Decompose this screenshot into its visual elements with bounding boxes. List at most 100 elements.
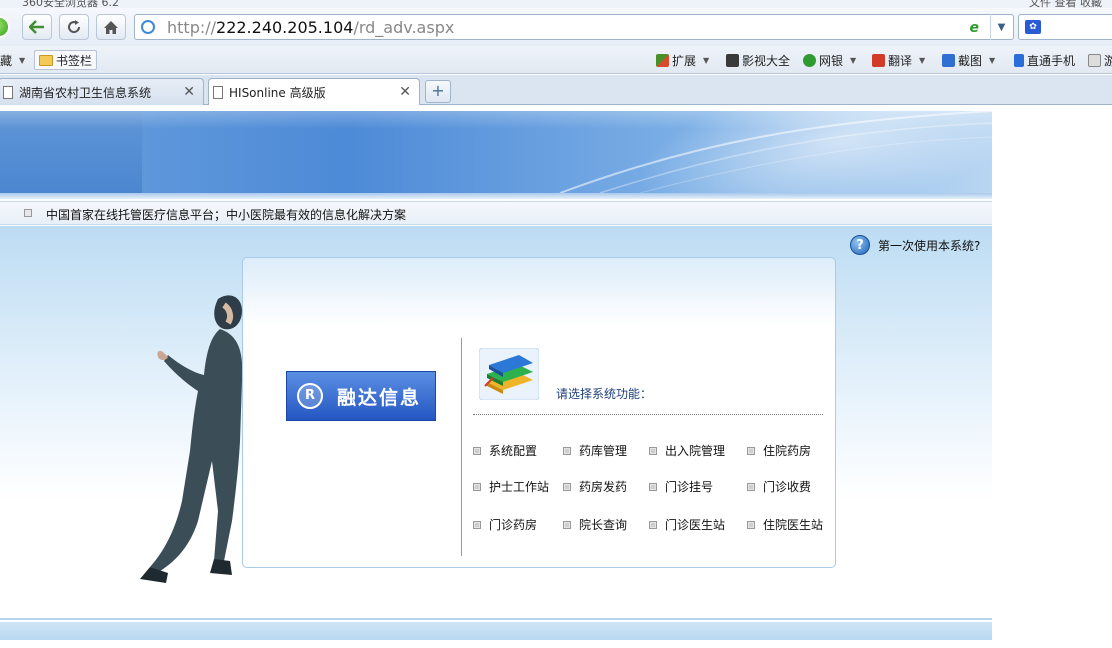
translate-icon bbox=[872, 54, 885, 67]
bullet-icon bbox=[747, 520, 755, 529]
phone-button[interactable]: 直通手机 bbox=[1014, 52, 1075, 69]
tab-label: 湖南省农村卫生信息系统 bbox=[19, 85, 152, 100]
address-url[interactable]: http://222.240.205.104/rd_adv.aspx bbox=[167, 18, 454, 37]
game-icon bbox=[1088, 54, 1101, 67]
chevron-down-icon: ▼ bbox=[919, 56, 926, 65]
first-use-help-link[interactable]: ? 第一次使用本系统? bbox=[850, 234, 980, 256]
menu-label: 门诊挂号 bbox=[665, 480, 714, 494]
game-button[interactable]: 游 bbox=[1088, 52, 1112, 69]
bullet-icon bbox=[649, 446, 657, 455]
menu-outpatient-registration[interactable]: 门诊挂号 bbox=[649, 478, 713, 495]
url-protocol: http:// bbox=[167, 18, 217, 37]
chevron-down-icon: ▼ bbox=[703, 56, 710, 65]
address-dropdown-button[interactable]: ▼ bbox=[990, 14, 1012, 40]
slogan-text: 中国首家在线托管医疗信息平台；中小医院最有效的信息化解决方案 bbox=[46, 208, 407, 222]
bullet-icon bbox=[473, 482, 481, 491]
back-button[interactable] bbox=[22, 14, 52, 40]
menu-label: 住院医生站 bbox=[763, 518, 824, 532]
game-label: 游 bbox=[1104, 54, 1112, 68]
bullet-icon bbox=[563, 520, 571, 529]
translate-label: 翻译 bbox=[888, 54, 913, 68]
bookmark-bar: 藏 ▼ 书签栏 扩展 ▼ 影视大全 网银 ▼ 翻译 ▼ 截图 ▼ 直通手机 游 bbox=[0, 46, 1112, 74]
header-banner bbox=[0, 111, 992, 193]
divider bbox=[461, 338, 462, 556]
home-button[interactable] bbox=[96, 14, 126, 40]
tab-rural-health[interactable]: 湖南省农村卫生信息系统 ✕ bbox=[0, 78, 204, 105]
browser-nav-bar: http://222.240.205.104/rd_adv.aspx e ▼ ✿ bbox=[0, 8, 1112, 46]
bank-shield-icon bbox=[803, 54, 816, 67]
refresh-button[interactable] bbox=[59, 14, 89, 40]
search-box[interactable]: ✿ bbox=[1018, 14, 1112, 40]
browser-menu[interactable]: 文件 查看 收藏 bbox=[1029, 0, 1102, 8]
browser-title-bar: 360安全浏览器 6.2 文件 查看 收藏 bbox=[0, 0, 1112, 8]
menu-label: 药房发药 bbox=[579, 480, 628, 494]
video-bookmark[interactable]: 影视大全 bbox=[726, 52, 790, 69]
bullet-icon bbox=[649, 482, 657, 491]
login-function-panel: R 融达信息 请选择系统功能： 系统配置 药库管理 出入院管理 住院药房 护士工… bbox=[242, 257, 836, 568]
close-icon[interactable]: ✕ bbox=[399, 84, 411, 100]
screenshot-button[interactable]: 截图 ▼ bbox=[942, 52, 995, 69]
bullet-icon bbox=[473, 446, 481, 455]
menu-outpatient-doctor[interactable]: 门诊医生站 bbox=[649, 516, 725, 533]
menu-dispensing[interactable]: 药房发药 bbox=[563, 478, 627, 495]
menu-outpatient-pharmacy[interactable]: 门诊药房 bbox=[473, 516, 537, 533]
help-label: 第一次使用本系统? bbox=[878, 238, 981, 253]
menu-director-query[interactable]: 院长查询 bbox=[563, 516, 627, 533]
bullet-icon bbox=[649, 520, 657, 529]
tab-hisonline[interactable]: HISonline 高级版 ✕ bbox=[208, 78, 420, 105]
bank-button[interactable]: 网银 ▼ bbox=[803, 52, 856, 69]
menu-label: 门诊药房 bbox=[489, 518, 538, 532]
ie-mode-icon[interactable]: e bbox=[970, 20, 980, 36]
menu-outpatient-billing[interactable]: 门诊收费 bbox=[747, 478, 811, 495]
url-path: /rd_adv.aspx bbox=[353, 18, 455, 37]
translate-button[interactable]: 翻译 ▼ bbox=[872, 52, 925, 69]
menu-admission-discharge[interactable]: 出入院管理 bbox=[649, 442, 725, 459]
dotted-divider bbox=[473, 414, 823, 415]
brand-logo: R 融达信息 bbox=[286, 371, 436, 421]
page-icon bbox=[3, 85, 13, 99]
extensions-button[interactable]: 扩展 ▼ bbox=[656, 52, 709, 69]
footer-bar bbox=[0, 622, 992, 640]
menu-label: 药库管理 bbox=[579, 444, 628, 458]
page-icon bbox=[213, 85, 223, 99]
menu-label: 门诊医生站 bbox=[665, 518, 726, 532]
menu-nurse-station[interactable]: 护士工作站 bbox=[473, 478, 549, 495]
screenshot-label: 截图 bbox=[958, 54, 983, 68]
bookmark-folder-button[interactable]: 书签栏 bbox=[34, 50, 98, 70]
phone-icon bbox=[1014, 54, 1024, 67]
books-icon bbox=[479, 348, 539, 400]
chevron-down-icon: ▼ bbox=[850, 56, 857, 65]
search-engine-icon[interactable]: ✿ bbox=[1025, 20, 1041, 34]
screenshot-icon bbox=[942, 54, 955, 67]
tab-bar: 湖南省农村卫生信息系统 ✕ HISonline 高级版 ✕ + bbox=[0, 75, 1112, 105]
bullet-icon bbox=[747, 446, 755, 455]
browser-logo-icon[interactable] bbox=[0, 16, 10, 38]
site-icon bbox=[141, 20, 155, 34]
chevron-down-icon: ▼ bbox=[989, 56, 996, 65]
menu-label: 院长查询 bbox=[579, 518, 628, 532]
bullet-icon bbox=[563, 446, 571, 455]
menu-label: 系统配置 bbox=[489, 444, 538, 458]
bank-label: 网银 bbox=[819, 54, 844, 68]
brand-name: 融达信息 bbox=[337, 386, 422, 409]
bullet-icon bbox=[473, 520, 481, 529]
slogan-bar: 中国首家在线托管医疗信息平台；中小医院最有效的信息化解决方案 bbox=[0, 201, 992, 225]
menu-pharmacy-storage[interactable]: 药库管理 bbox=[563, 442, 627, 459]
menu-system-config[interactable]: 系统配置 bbox=[473, 442, 537, 459]
back-arrow-icon bbox=[29, 20, 44, 34]
video-label: 影视大全 bbox=[742, 54, 791, 68]
menu-label: 出入院管理 bbox=[665, 444, 726, 458]
menu-label: 门诊收费 bbox=[763, 480, 812, 494]
tab-label: HISonline 高级版 bbox=[229, 85, 326, 100]
brand-symbol: R bbox=[297, 383, 323, 409]
extensions-label: 扩展 bbox=[672, 54, 697, 68]
url-host: 222.240.205.104 bbox=[216, 18, 354, 37]
menu-inpatient-pharmacy[interactable]: 住院药房 bbox=[747, 442, 811, 459]
address-bar[interactable]: http://222.240.205.104/rd_adv.aspx e bbox=[134, 14, 1014, 40]
phone-label: 直通手机 bbox=[1027, 54, 1076, 68]
close-icon[interactable]: ✕ bbox=[183, 84, 195, 100]
favorites-menu[interactable]: 藏 ▼ bbox=[0, 52, 25, 69]
new-tab-button[interactable]: + bbox=[425, 80, 451, 103]
menu-inpatient-doctor[interactable]: 住院医生站 bbox=[747, 516, 823, 533]
browser-app-title: 360安全浏览器 6.2 bbox=[22, 0, 119, 8]
